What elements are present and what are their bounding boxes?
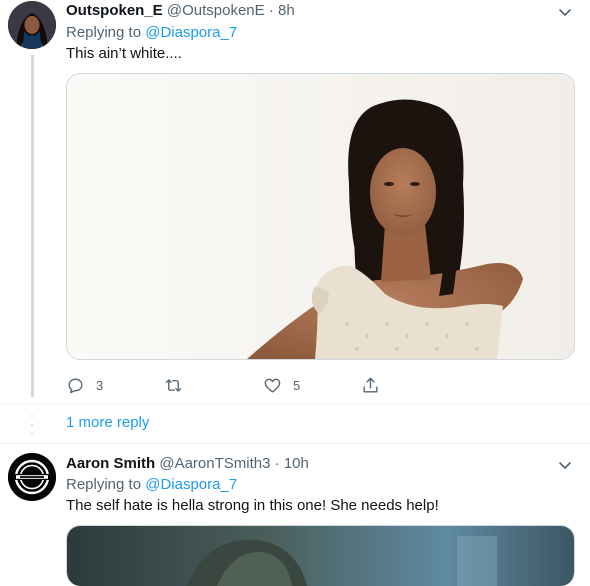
- separator: ·: [274, 455, 280, 472]
- avatar[interactable]: [8, 453, 56, 501]
- chevron-down-icon: [559, 9, 571, 16]
- tweet-photo[interactable]: [66, 73, 575, 360]
- tweet-header: Outspoken_E @OutspokenE · 8h: [66, 1, 295, 21]
- replying-to-link[interactable]: @Diaspora_7: [145, 476, 237, 493]
- thread-line: [31, 55, 34, 397]
- share-icon: [363, 377, 378, 393]
- avatar[interactable]: [8, 1, 56, 49]
- user-handle[interactable]: @OutspokenE: [167, 2, 265, 19]
- timestamp[interactable]: 10h: [284, 455, 309, 472]
- retweet-icon: [165, 378, 182, 392]
- thread-dots: [29, 413, 35, 437]
- tweet-text: The self hate is hella strong in this on…: [66, 497, 439, 514]
- tweet-1[interactable]: Outspoken_E @OutspokenE · 8h Replying to…: [0, 0, 590, 404]
- timestamp[interactable]: 8h: [278, 2, 295, 19]
- replying-prefix: Replying to: [66, 24, 142, 41]
- tweet-photo[interactable]: [66, 525, 575, 586]
- more-options-button[interactable]: [556, 3, 574, 21]
- share-button[interactable]: [361, 374, 380, 396]
- tweet-text: This ain’t white....: [66, 45, 182, 62]
- user-handle[interactable]: @AaronTSmith3: [159, 455, 270, 472]
- reply-icon: [68, 377, 83, 393]
- separator: ·: [268, 2, 274, 19]
- like-button[interactable]: 5: [263, 374, 300, 396]
- tweet-actions: 3 5: [66, 374, 466, 396]
- more-options-button[interactable]: [556, 456, 574, 474]
- chevron-down-icon: [559, 462, 571, 469]
- heart-icon: [264, 378, 281, 393]
- more-replies-link[interactable]: 1 more reply: [66, 414, 149, 431]
- replying-to-link[interactable]: @Diaspora_7: [145, 24, 237, 41]
- like-count: 5: [293, 377, 301, 393]
- replying-prefix: Replying to: [66, 476, 142, 493]
- retweet-button[interactable]: [164, 374, 194, 396]
- replying-to: Replying to @Diaspora_7: [66, 475, 237, 495]
- tweet-header: Aaron Smith @AaronTSmith3 · 10h: [66, 454, 309, 474]
- reply-button[interactable]: 3: [66, 374, 103, 396]
- divider: [0, 404, 590, 405]
- reply-count: 3: [96, 377, 104, 393]
- display-name[interactable]: Outspoken_E: [66, 2, 163, 19]
- display-name[interactable]: Aaron Smith: [66, 455, 155, 472]
- replying-to: Replying to @Diaspora_7: [66, 23, 237, 43]
- tweet-2[interactable]: Aaron Smith @AaronTSmith3 · 10h Replying…: [0, 444, 590, 586]
